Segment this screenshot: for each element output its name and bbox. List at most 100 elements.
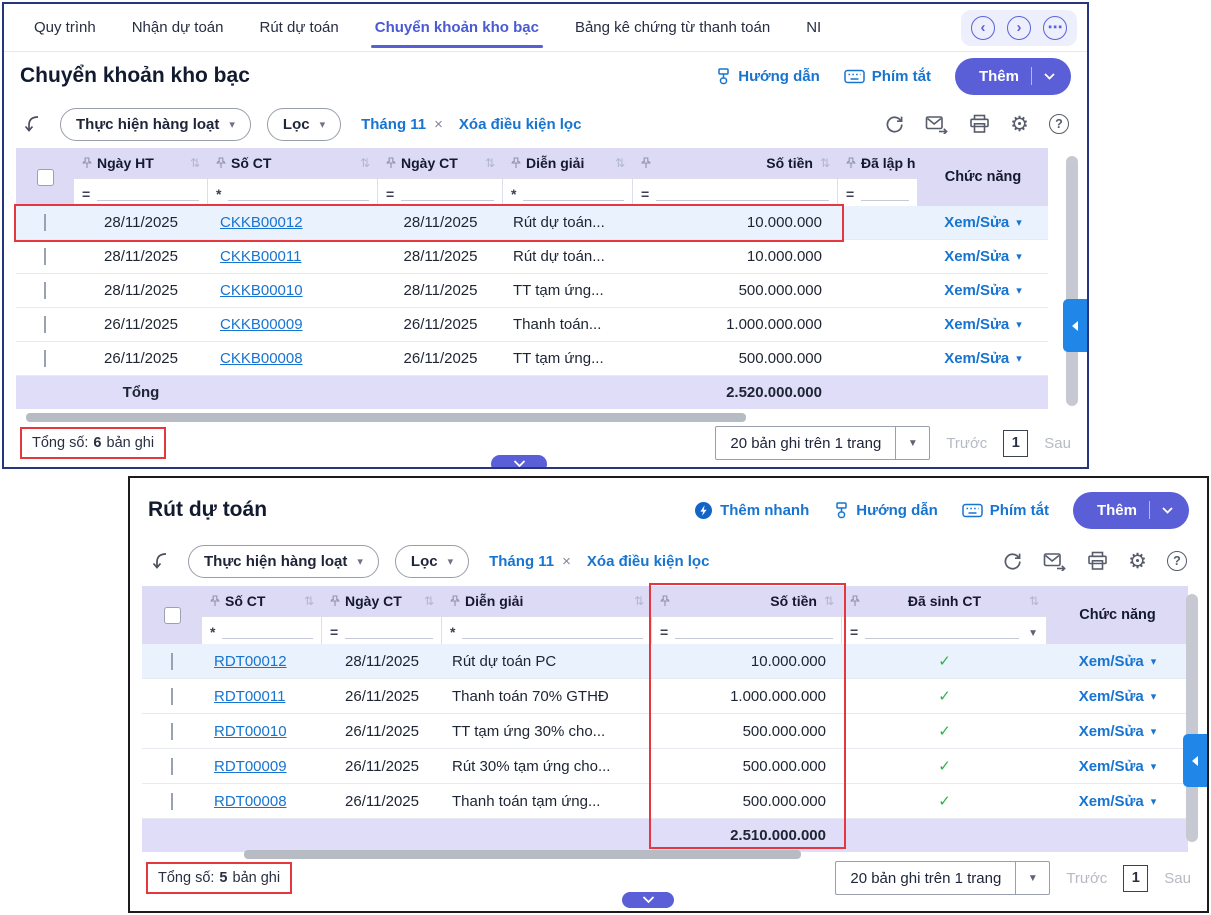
select-all-checkbox[interactable] [37,169,54,186]
table-row[interactable]: 28/11/2025 CKKB00010 28/11/2025 TT tạm ứ… [16,274,1048,308]
shortcut-link[interactable]: Phím tắt [844,68,931,85]
col-dien-giai[interactable]: Diễn giải ⇅ [503,148,633,178]
col-so-tien[interactable]: Số tiền ⇅ [652,586,842,616]
expand-panel-button[interactable] [622,892,674,908]
filter-dropdown[interactable]: Lọc ▾ [395,545,469,578]
chip-close-icon[interactable]: × [434,116,443,133]
view-edit-button[interactable]: Xem/Sửa▾ [1047,688,1188,705]
gear-icon[interactable]: ⚙ [1128,551,1147,572]
pin-icon[interactable] [641,157,651,170]
document-link[interactable]: CKKB00012 [208,214,378,231]
filter-operator[interactable]: = [386,187,394,201]
filter-so-ct[interactable]: * [202,616,322,644]
document-link[interactable]: CKKB00011 [208,248,378,265]
row-checkbox[interactable] [44,214,46,231]
view-edit-button[interactable]: Xem/Sửa▾ [918,316,1048,333]
pin-icon[interactable] [210,595,220,608]
vertical-scrollbar[interactable] [1186,594,1198,842]
tab-scroll-left-icon[interactable]: ‹ [971,16,995,40]
document-link[interactable]: CKKB00009 [208,316,378,333]
filter-operator[interactable]: = [330,625,338,639]
filter-so-tien[interactable]: = [652,616,842,644]
document-link[interactable]: CKKB00008 [208,350,378,367]
filter-so-ct[interactable]: * [208,178,378,206]
table-row[interactable]: RDT00009 26/11/2025 Rút 30% tạm ứng cho.… [142,749,1188,784]
next-page-button[interactable]: Sau [1044,435,1071,452]
document-link[interactable]: RDT00011 [202,688,322,705]
filter-operator[interactable]: = [660,625,668,639]
view-edit-button[interactable]: Xem/Sửa▾ [1047,793,1188,810]
view-edit-button[interactable]: Xem/Sửa▾ [918,248,1048,265]
filter-input[interactable] [656,187,829,201]
side-panel-toggle[interactable] [1183,734,1207,787]
col-so-ct[interactable]: Số CT ⇅ [202,586,322,616]
month-filter-chip[interactable]: Tháng 11 × [489,553,571,570]
next-page-button[interactable]: Sau [1164,870,1191,887]
tab-rut-du-toan[interactable]: Rút dự toán [259,4,338,51]
pin-icon[interactable] [660,595,670,608]
printer-icon[interactable] [1087,551,1108,571]
tab-nhan-du-toan[interactable]: Nhận dự toán [132,4,224,51]
document-link[interactable]: RDT00008 [202,793,322,810]
filter-operator[interactable]: * [450,625,455,639]
current-page[interactable]: 1 [1003,430,1028,457]
add-button[interactable]: Thêm [1073,492,1189,529]
gear-icon[interactable]: ⚙ [1010,114,1029,135]
row-checkbox[interactable] [44,282,46,299]
filter-input[interactable] [861,187,909,201]
pin-icon[interactable] [386,157,396,170]
side-panel-toggle[interactable] [1063,299,1087,352]
filter-input[interactable] [222,625,313,639]
tab-chuyen-khoan-kho-bac[interactable]: Chuyển khoản kho bạc [375,4,539,51]
filter-input[interactable] [462,625,643,639]
tab-scroll-right-icon[interactable]: › [1007,16,1031,40]
guide-link[interactable]: Hướng dẫn [833,502,938,519]
filter-operator[interactable]: = [850,625,858,639]
filter-operator[interactable]: = [641,187,649,201]
row-checkbox[interactable] [171,758,173,775]
view-edit-button[interactable]: Xem/Sửa▾ [918,214,1048,231]
page-size-select[interactable]: 20 bản ghi trên 1 trang ▼ [835,861,1050,895]
filter-select-caret-icon[interactable]: ▼ [1028,628,1038,639]
clear-filters-link[interactable]: Xóa điều kiện lọc [459,116,582,133]
tab-quy-trinh[interactable]: Quy trình [34,4,96,51]
help-icon[interactable]: ? [1167,551,1187,571]
filter-dien-giai[interactable]: * [503,178,633,206]
filter-input[interactable] [865,625,1019,639]
filter-ngay-ct[interactable]: = [322,616,442,644]
row-checkbox[interactable] [44,316,46,333]
chip-close-icon[interactable]: × [562,553,571,570]
guide-link[interactable]: Hướng dẫn [715,68,820,85]
email-send-icon[interactable] [925,115,949,134]
printer-icon[interactable] [969,114,990,134]
refresh-icon[interactable] [1002,551,1023,572]
month-filter-chip[interactable]: Tháng 11 × [361,116,443,133]
filter-ngay-ct[interactable]: = [378,178,503,206]
row-checkbox[interactable] [44,350,46,367]
document-link[interactable]: RDT00012 [202,653,322,670]
filter-input[interactable] [401,187,494,201]
view-edit-button[interactable]: Xem/Sửa▾ [1047,653,1188,670]
batch-actions-dropdown[interactable]: Thực hiện hàng loạt ▾ [60,108,251,141]
tab-ni-truncated[interactable]: NI [806,4,821,51]
view-edit-button[interactable]: Xem/Sửa▾ [918,282,1048,299]
row-checkbox[interactable] [171,688,173,705]
add-dropdown-chevron-icon[interactable] [1044,73,1055,80]
table-row[interactable]: 26/11/2025 CKKB00009 26/11/2025 Thanh to… [16,308,1048,342]
document-link[interactable]: RDT00010 [202,723,322,740]
filter-input[interactable] [675,625,833,639]
filter-input[interactable] [228,187,369,201]
help-icon[interactable]: ? [1049,114,1069,134]
view-edit-button[interactable]: Xem/Sửa▾ [1047,723,1188,740]
page-size-select[interactable]: 20 bản ghi trên 1 trang ▼ [715,426,930,460]
pin-icon[interactable] [511,157,521,170]
filter-operator[interactable]: = [846,187,854,201]
filter-dropdown[interactable]: Lọc ▾ [267,108,341,141]
clear-filters-link[interactable]: Xóa điều kiện lọc [587,553,710,570]
descend-arrow-icon[interactable] [22,113,44,135]
filter-operator[interactable]: = [82,187,90,201]
filter-input[interactable] [97,187,199,201]
descend-arrow-icon[interactable] [150,550,172,572]
pin-icon[interactable] [850,595,860,608]
col-da-sinh-ct[interactable]: Đã sinh CT ⇅ [842,586,1047,616]
